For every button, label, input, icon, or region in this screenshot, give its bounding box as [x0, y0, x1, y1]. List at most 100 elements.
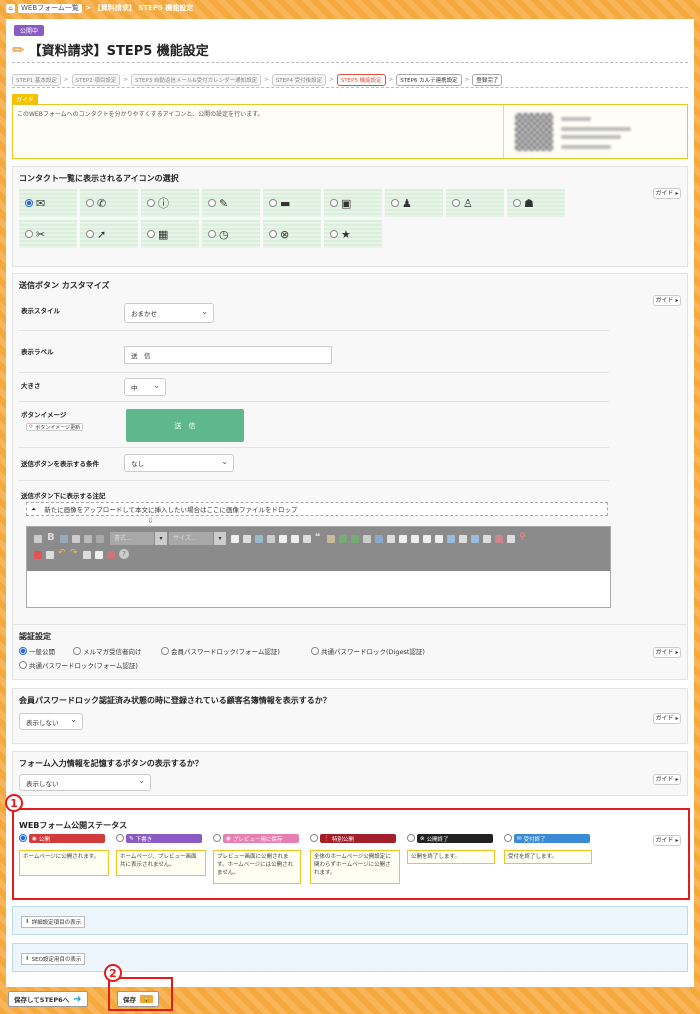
save-next-button[interactable]: 保存してSTEP6へ ➜: [8, 991, 88, 1007]
icon-option-clock[interactable]: ◷: [202, 220, 260, 248]
breadcrumb-current: 【資料請求】 STEP5 機能設定: [93, 4, 194, 12]
guide-button[interactable]: ガイド ▸: [653, 295, 681, 306]
link2-icon[interactable]: [339, 535, 347, 543]
paste-icon[interactable]: [255, 535, 263, 543]
youtube-icon[interactable]: [34, 551, 42, 559]
image-update-button[interactable]: ⟳ ボタンイメージ更新: [26, 423, 84, 431]
help-icon[interactable]: ?: [119, 549, 129, 559]
phone-icon: ✆: [97, 196, 107, 210]
icon-option-people[interactable]: ☗: [507, 189, 565, 217]
copy-icon[interactable]: [243, 535, 251, 543]
icon-option-pen[interactable]: ✎: [202, 189, 260, 217]
maximize-icon[interactable]: [507, 535, 515, 543]
indent-icon[interactable]: [303, 535, 311, 543]
icon-select-section: コンタクト一覧に表示されるアイコンの選択 ガイド ▸ ✉ ✆ ⓘ ✎ ▬ ▣ ♟…: [12, 166, 688, 267]
auth-option-member-lock[interactable]: 会員パスワードロック(フォーム認証): [161, 646, 280, 656]
remember-select[interactable]: 表示しない: [19, 774, 151, 791]
redo-icon[interactable]: ↷: [70, 548, 78, 558]
image-drop-zone[interactable]: ⏶ 新たに画像をアップロードして本文に挿入したい場合はここに画像ファイルをドロッ…: [26, 502, 608, 516]
step-done[interactable]: 登録完了: [472, 74, 503, 86]
icon-option-ticket[interactable]: ✂: [19, 220, 77, 248]
source-icon[interactable]: [34, 535, 42, 543]
media-icon[interactable]: [96, 535, 104, 543]
hr-icon[interactable]: [459, 535, 467, 543]
format-dropdown[interactable]: 書式...: [110, 532, 154, 545]
icon-option-cancel[interactable]: ⊗: [263, 220, 321, 248]
status-badge: 公開中: [14, 25, 45, 36]
icon-option-monitor[interactable]: ▬: [263, 189, 321, 217]
find-icon[interactable]: [267, 535, 275, 543]
numbered-list-icon[interactable]: [291, 535, 299, 543]
doc-icon[interactable]: [231, 535, 239, 543]
qr-code-image: [515, 113, 553, 151]
guide-button[interactable]: ガイド ▸: [653, 188, 681, 199]
auth-option-public[interactable]: 一般公開: [19, 646, 55, 656]
quote-icon[interactable]: ❝: [315, 532, 320, 543]
advanced-settings-toggle[interactable]: ⬇ 詳細設定項目の表示: [21, 916, 86, 928]
image-icon[interactable]: [72, 535, 80, 543]
guide-button[interactable]: ガイド ▸: [653, 713, 681, 724]
step-3[interactable]: STEP3 自動返信メール&受付カレンダー通知設定: [131, 74, 262, 86]
bold-icon[interactable]: B: [47, 532, 55, 543]
table-icon[interactable]: [84, 535, 92, 543]
icon-option-arrow[interactable]: ➚: [80, 220, 138, 248]
size-select[interactable]: 中: [124, 378, 166, 396]
member-info-select[interactable]: 表示しない: [19, 713, 83, 730]
step-2[interactable]: STEP2 項目設定: [71, 74, 121, 86]
breadcrumb-forms[interactable]: WEBフォーム一覧: [18, 3, 82, 13]
icon-option-exclamation[interactable]: ⓘ: [141, 189, 199, 217]
map-pin-icon[interactable]: ⚲: [519, 532, 526, 542]
step-6[interactable]: STEP6 カルテ連携設定: [396, 74, 462, 86]
icon-option-phone[interactable]: ✆: [80, 189, 138, 217]
unlink-icon[interactable]: [351, 535, 359, 543]
auth-option-newsletter[interactable]: メルマガ受信者向け: [73, 646, 142, 656]
special-char-icon[interactable]: [483, 535, 491, 543]
justify-icon[interactable]: [435, 535, 443, 543]
align-right-icon[interactable]: [423, 535, 431, 543]
anchor-icon[interactable]: [363, 535, 371, 543]
iframe-icon[interactable]: [495, 535, 503, 543]
save-button[interactable]: 保存 🔒: [117, 991, 159, 1007]
style-select[interactable]: おまかせ: [124, 303, 214, 323]
annotation-1: 1: [5, 794, 23, 812]
align-center-icon[interactable]: [411, 535, 419, 543]
seo-settings-toggle[interactable]: ⬇ SEO設定用目の表示: [21, 953, 86, 965]
step-1[interactable]: STEP1 基本設定: [12, 74, 61, 86]
annotation-2: 2: [104, 964, 122, 982]
people-icon: ☗: [524, 196, 534, 210]
label-input[interactable]: 送 信: [124, 346, 332, 364]
icon-option-person-alt[interactable]: ♙: [446, 189, 504, 217]
list-icon[interactable]: [279, 535, 287, 543]
guide-button[interactable]: ガイド ▸: [653, 647, 681, 658]
picture-icon[interactable]: [375, 535, 383, 543]
template-icon[interactable]: [327, 535, 335, 543]
preview-icon[interactable]: [83, 551, 91, 559]
icon-option-person[interactable]: ♟: [385, 189, 443, 217]
icon-option-note[interactable]: ▣: [324, 189, 382, 217]
guide-button[interactable]: ガイド ▸: [653, 774, 681, 785]
flash-icon[interactable]: [387, 535, 395, 543]
paste-word-icon[interactable]: [107, 551, 115, 559]
icon-option-calendar[interactable]: ▦: [141, 220, 199, 248]
smiley-icon[interactable]: [471, 535, 479, 543]
step-5[interactable]: STEP5 機能設定: [336, 74, 386, 86]
link-icon[interactable]: [60, 535, 68, 543]
size-dropdown[interactable]: サイズ...: [169, 532, 213, 545]
chevron-down-icon[interactable]: ▾: [155, 532, 167, 545]
rich-text-editor[interactable]: B 書式... ▾ サイズ... ▾ ❝ ⚲ ↶ ↷ ?: [26, 526, 611, 608]
table2-icon[interactable]: [447, 535, 455, 543]
undo-icon[interactable]: ↶: [58, 548, 66, 558]
note-label: 送信ボタン下に表示する注記: [21, 492, 106, 500]
condition-select[interactable]: なし: [124, 454, 234, 472]
step-4[interactable]: STEP4 受付後設定: [271, 74, 327, 86]
color-icon[interactable]: [46, 551, 54, 559]
print-icon[interactable]: [95, 551, 103, 559]
auth-option-common-form[interactable]: 共通パスワードロック(フォーム認証): [19, 660, 138, 670]
home-icon[interactable]: ⌂: [6, 3, 15, 13]
auth-option-digest[interactable]: 共通パスワードロック(Digest認証): [311, 646, 425, 656]
align-left-icon[interactable]: [399, 535, 407, 543]
icon-option-mail[interactable]: ✉: [19, 189, 77, 217]
chevron-down-icon[interactable]: ▾: [214, 532, 226, 545]
icon-option-star[interactable]: ★: [324, 220, 382, 248]
condition-label: 送信ボタンを表示する条件: [21, 460, 99, 468]
